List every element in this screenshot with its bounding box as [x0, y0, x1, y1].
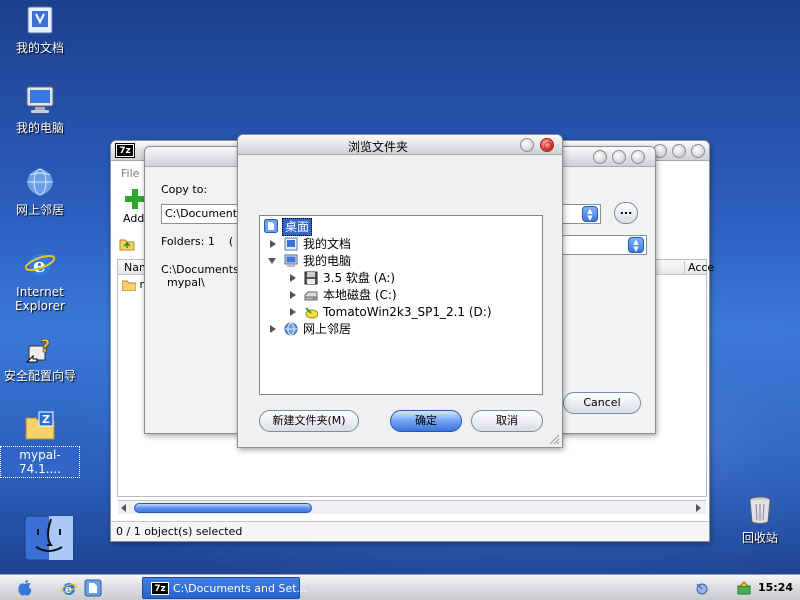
expand-arrow-icon[interactable] [290, 274, 296, 282]
tray-network-icon[interactable] [694, 580, 710, 596]
desktop-icon-internet-explorer[interactable]: e Internet Explorer [0, 248, 80, 314]
my-documents-icon [284, 237, 298, 251]
desktop-folder-icon [264, 219, 278, 233]
column-header-accessed[interactable]: Acce [684, 261, 714, 274]
browse-cancel-button[interactable]: 取消 [471, 410, 543, 432]
expand-arrow-icon[interactable] [290, 308, 296, 316]
tree-item-label: 我的电脑 [303, 254, 352, 268]
taskbar-task-7zip[interactable]: 7z C:\Documents and Set... [142, 577, 307, 599]
desktop-icon-label: 安全配置向导 [3, 369, 76, 383]
scroll-right-arrow[interactable] [696, 504, 701, 512]
mypal-archive-icon: Z [24, 410, 56, 442]
tray-status-icon[interactable] [736, 580, 752, 596]
folder-tree[interactable]: 桌面 我的文档 我的电脑 3.5 软盘 (A:) 本地磁盘 (C:) Tomat… [259, 215, 543, 395]
floppy-drive-icon [304, 271, 318, 285]
browse-button[interactable]: ... [614, 202, 638, 224]
taskbar: e 7z C:\Documents and Set... 15:24 [0, 574, 800, 600]
plus-icon [125, 189, 145, 209]
scrollbar-thumb[interactable] [134, 503, 312, 513]
desktop-icon-label: mypal-74.1.... [0, 446, 80, 478]
desktop-icon-mypal[interactable]: Z mypal-74.1.... [0, 410, 80, 478]
security-wizard-icon: ? [24, 332, 56, 364]
desktop-icon-label: 网上邻居 [15, 203, 64, 217]
desktop-icon-my-computer[interactable]: 我的电脑 [0, 84, 80, 136]
expand-arrow-icon[interactable] [270, 240, 276, 248]
network-globe-icon [24, 166, 56, 198]
browse-dialog-titlebar[interactable]: 浏览文件夹 [238, 135, 562, 155]
tree-item-label: 桌面 [282, 218, 313, 236]
browse-dialog-close-button[interactable] [540, 138, 554, 152]
menu-file[interactable]: File [121, 167, 139, 180]
my-documents-icon [24, 4, 56, 36]
tree-item-label: 本地磁盘 (C:) [323, 288, 397, 302]
cd-drive-icon [304, 305, 319, 319]
horizontal-scrollbar[interactable] [118, 500, 706, 514]
desktop-icon-label: 回收站 [741, 531, 778, 545]
desktop-icon-recycle-bin[interactable]: 回收站 [720, 494, 800, 546]
expand-arrow-icon[interactable] [290, 291, 296, 299]
lower-dropdown-arrow[interactable]: ▲ ▼ [628, 237, 644, 253]
resize-grip-icon[interactable] [548, 433, 560, 445]
network-globe-icon [284, 322, 298, 336]
apple-start-icon[interactable] [16, 579, 34, 597]
close-button[interactable] [691, 144, 705, 158]
finder-face-logo [24, 515, 74, 561]
internet-explorer-icon: e [24, 248, 56, 280]
desktop-icon-security-wizard[interactable]: ? 安全配置向导 [0, 332, 80, 384]
quicklaunch-desktop-icon[interactable] [84, 579, 102, 597]
tree-item-label: TomatoWin2k3_SP1_2.1 (D:) [323, 305, 492, 319]
copy-dialog-lower-dropdown[interactable]: ▲ ▼ [557, 235, 647, 255]
folder-icon [121, 280, 137, 291]
desktop-icon-network[interactable]: 网上邻居 [0, 166, 80, 218]
copy-cancel-button[interactable]: Cancel [563, 392, 641, 414]
new-folder-button[interactable]: 新建文件夹(M) [259, 410, 359, 432]
copy-to-label: Copy to: [161, 183, 208, 196]
desktop-icon-label: Internet Explorer [15, 285, 65, 313]
tree-item-label: 我的文档 [303, 237, 352, 251]
copy-dialog-maximize-button[interactable] [612, 150, 626, 164]
ok-button[interactable]: 确定 [390, 410, 462, 432]
taskbar-clock: 15:24 [758, 581, 794, 594]
svg-text:Z: Z [42, 413, 50, 426]
browse-dialog-title: 浏览文件夹 [347, 140, 408, 154]
scroll-left-arrow[interactable] [121, 504, 126, 512]
path-dropdown-arrow[interactable]: ▲ ▼ [582, 206, 598, 222]
desktop-icon-my-documents[interactable]: 我的文档 [0, 4, 80, 56]
browse-folder-dialog: 浏览文件夹 桌面 我的文档 我的电脑 3.5 软盘 (A:) 本地磁盘 (C:)… [237, 134, 563, 448]
collapse-arrow-icon[interactable] [268, 258, 276, 264]
hard-disk-icon [304, 288, 318, 302]
desktop-icon-label: 我的文档 [15, 41, 64, 55]
recycle-bin-icon [744, 494, 776, 526]
maximize-button[interactable] [672, 144, 686, 158]
copy-dialog-close-button[interactable] [631, 150, 645, 164]
tree-item-label: 3.5 软盘 (A:) [323, 271, 396, 285]
status-text: 0 / 1 object(s) selected [116, 525, 243, 538]
status-bar: 0 / 1 object(s) selected [111, 521, 709, 541]
expand-arrow-icon[interactable] [270, 325, 276, 333]
app-badge: 7z [115, 143, 135, 158]
my-computer-icon [284, 254, 298, 268]
copy-dialog-minimize-button[interactable] [593, 150, 607, 164]
svg-text:?: ? [40, 336, 50, 357]
source-path-line2: mypal\ [167, 276, 205, 289]
my-computer-icon [24, 84, 56, 116]
desktop-icon-label: 我的电脑 [15, 121, 64, 135]
tree-item-label: 网上邻居 [303, 322, 352, 336]
task-app-badge: 7z [151, 582, 169, 595]
up-folder-icon[interactable] [119, 237, 135, 251]
task-label: C:\Documents and Set... [173, 582, 308, 595]
source-path-line1: C:\Documents a [161, 263, 250, 276]
browse-dialog-help-button[interactable] [520, 138, 534, 152]
quicklaunch-ie-icon[interactable]: e [60, 579, 78, 597]
